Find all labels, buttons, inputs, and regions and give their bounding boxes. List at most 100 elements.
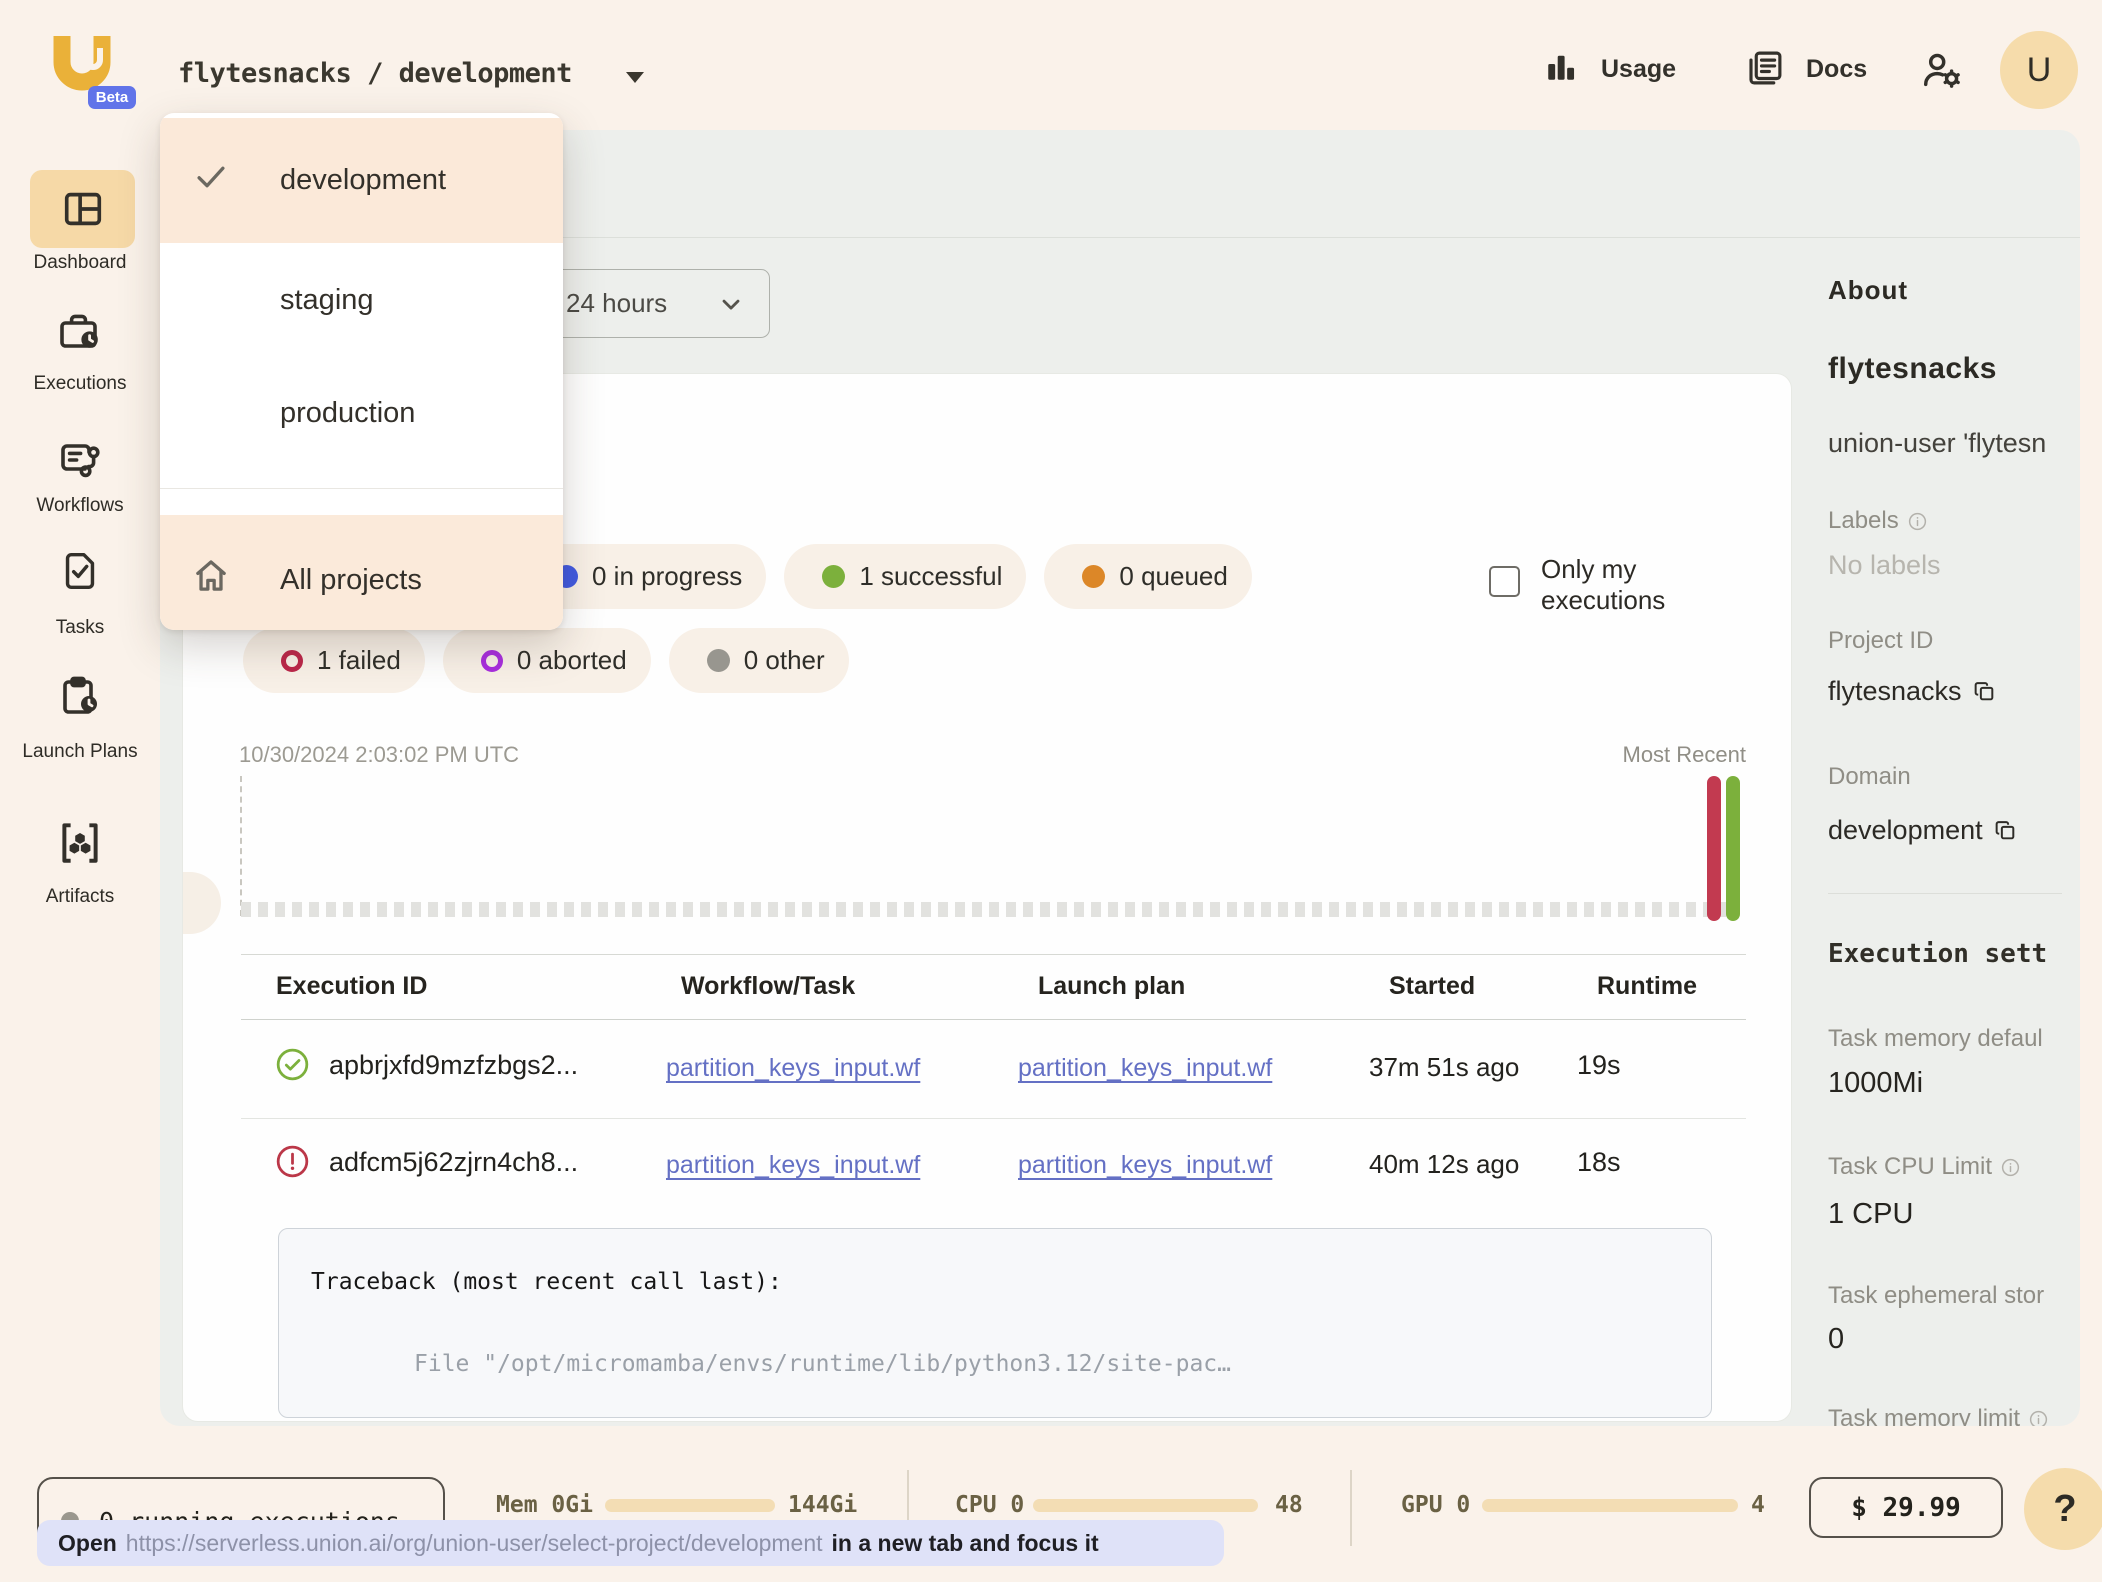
execution-id[interactable]: apbrjxfd9mzfzbgs2... bbox=[329, 1050, 578, 1081]
help-button[interactable]: ? bbox=[2024, 1468, 2102, 1550]
chip-label: 0 other bbox=[744, 645, 825, 676]
chip-other[interactable]: 0 other bbox=[669, 628, 849, 693]
menu-item-development[interactable]: development bbox=[160, 118, 563, 243]
timeline-bar-success[interactable] bbox=[1726, 776, 1740, 921]
chip-queued[interactable]: 0 queued bbox=[1044, 544, 1251, 609]
mem-gauge-label: Mem 0Gi bbox=[496, 1492, 593, 1518]
docs-button[interactable]: Docs bbox=[1806, 55, 1867, 84]
menu-item-label: production bbox=[280, 397, 415, 430]
menu-item-all-projects[interactable]: All projects bbox=[160, 515, 563, 630]
project-domain-menu: development staging production All proje… bbox=[160, 113, 563, 630]
sidebar-label-workflows: Workflows bbox=[0, 494, 160, 517]
cost-button[interactable]: $ 29.99 bbox=[1809, 1477, 2003, 1538]
status-chip-row-2: 1 failed 0 aborted 0 other bbox=[243, 628, 849, 693]
traceback-box[interactable]: Traceback (most recent call last): File … bbox=[278, 1228, 1712, 1418]
traceback-line-2: File "/opt/micromamba/envs/runtime/lib/p… bbox=[414, 1351, 1231, 1377]
chip-failed[interactable]: 1 failed bbox=[243, 628, 425, 693]
breadcrumb[interactable]: flytesnacks / development bbox=[178, 58, 572, 89]
only-my-executions-checkbox[interactable] bbox=[1489, 566, 1520, 597]
docs-icon[interactable] bbox=[1744, 47, 1786, 94]
setting-label-text: Task memory limit bbox=[1828, 1405, 2020, 1426]
col-header-runtime: Runtime bbox=[1597, 972, 1697, 1001]
failed-icon bbox=[274, 1143, 311, 1185]
menu-item-staging[interactable]: staging bbox=[160, 243, 563, 357]
sidebar-item-dashboard[interactable] bbox=[30, 170, 135, 248]
usage-button[interactable]: Usage bbox=[1601, 55, 1676, 84]
check-icon bbox=[192, 158, 230, 204]
info-icon[interactable] bbox=[2000, 1157, 2021, 1178]
started-value: 37m 51s ago bbox=[1369, 1052, 1519, 1083]
col-header-started: Started bbox=[1389, 972, 1475, 1001]
menu-divider bbox=[160, 488, 563, 489]
labels-value: No labels bbox=[1828, 550, 1941, 581]
domain-text: development bbox=[1828, 815, 1983, 846]
chevron-down-icon bbox=[717, 290, 745, 323]
menu-item-label: staging bbox=[280, 284, 374, 317]
tooltip-prefix: Open bbox=[58, 1530, 117, 1557]
copy-icon[interactable] bbox=[1972, 679, 1997, 704]
setting-label: Task ephemeral stor bbox=[1828, 1282, 2044, 1310]
execution-id[interactable]: adfcm5j62zjrn4ch8... bbox=[329, 1147, 578, 1178]
union-logo-icon bbox=[50, 34, 114, 92]
status-chip-row-1: 0 in progress 1 successful 0 queued bbox=[517, 544, 1252, 609]
chip-aborted[interactable]: 0 aborted bbox=[443, 628, 651, 693]
setting-value: 1 CPU bbox=[1828, 1198, 1913, 1231]
avatar[interactable]: U bbox=[2000, 31, 2078, 109]
domain-label: Domain bbox=[1828, 763, 1911, 791]
execution-settings-title: Execution sett bbox=[1828, 939, 2047, 969]
started-value: 40m 12s ago bbox=[1369, 1149, 1519, 1180]
setting-label: Task CPU Limit bbox=[1828, 1153, 2021, 1181]
launch-plans-icon[interactable] bbox=[0, 672, 160, 720]
aborted-ring-icon bbox=[481, 650, 503, 672]
table-header-divider bbox=[241, 1019, 1746, 1020]
gauge-divider bbox=[1350, 1470, 1352, 1546]
successful-dot-icon bbox=[822, 565, 845, 588]
user-settings-icon[interactable] bbox=[1919, 47, 1965, 98]
labels-label: Labels bbox=[1828, 507, 1928, 535]
chip-label: 0 aborted bbox=[517, 645, 627, 676]
launch-plan-link[interactable]: partition_keys_input.wf bbox=[1018, 1151, 1272, 1180]
usage-icon[interactable] bbox=[1543, 49, 1579, 90]
chevron-down-icon[interactable] bbox=[626, 72, 644, 83]
tooltip-suffix: in a new tab and focus it bbox=[832, 1530, 1099, 1557]
timeline-tick-strip[interactable] bbox=[241, 902, 1726, 917]
dashboard-icon bbox=[60, 186, 106, 232]
gpu-gauge-label: GPU 0 bbox=[1401, 1492, 1470, 1518]
project-name: flytesnacks bbox=[1828, 352, 1997, 386]
sidebar-label-executions: Executions bbox=[0, 372, 160, 395]
about-title: About bbox=[1828, 275, 1908, 306]
cpu-gauge-max: 48 bbox=[1275, 1492, 1303, 1518]
workflow-link[interactable]: partition_keys_input.wf bbox=[666, 1151, 920, 1180]
gpu-gauge-bar bbox=[1482, 1499, 1738, 1512]
chip-successful[interactable]: 1 successful bbox=[784, 544, 1026, 609]
table-row-divider bbox=[241, 1118, 1746, 1119]
executions-icon[interactable] bbox=[0, 308, 160, 356]
info-icon[interactable] bbox=[2028, 1409, 2049, 1427]
cpu-gauge-label: CPU 0 bbox=[955, 1492, 1024, 1518]
launch-plan-link[interactable]: partition_keys_input.wf bbox=[1018, 1054, 1272, 1083]
timeline-end-label: Most Recent bbox=[1553, 742, 1746, 768]
workflows-icon[interactable] bbox=[0, 436, 160, 484]
success-icon bbox=[274, 1046, 311, 1088]
only-my-executions-label[interactable]: Only my executions bbox=[1541, 554, 1731, 616]
runtime-value: 18s bbox=[1577, 1147, 1621, 1178]
timeline-bar-failed[interactable] bbox=[1707, 776, 1721, 921]
link-status-tooltip: Open https://serverless.union.ai/org/uni… bbox=[37, 1520, 1224, 1566]
partial-chip bbox=[183, 872, 221, 934]
tasks-icon[interactable] bbox=[0, 548, 160, 594]
failed-ring-icon bbox=[281, 650, 303, 672]
table-border-top bbox=[241, 954, 1746, 955]
timeline-start-label: 10/30/2024 2:03:02 PM UTC bbox=[239, 742, 519, 768]
workflow-link[interactable]: partition_keys_input.wf bbox=[666, 1054, 920, 1083]
copy-icon[interactable] bbox=[1993, 818, 2018, 843]
info-icon[interactable] bbox=[1907, 511, 1928, 532]
setting-label: Task memory limit bbox=[1828, 1405, 2049, 1426]
artifacts-icon[interactable] bbox=[0, 818, 160, 868]
chip-label: 0 queued bbox=[1119, 561, 1227, 592]
project-id-text: flytesnacks bbox=[1828, 676, 1962, 707]
mem-gauge-max: 144Gi bbox=[788, 1492, 857, 1518]
time-range-value: 24 hours bbox=[566, 288, 667, 319]
menu-item-production[interactable]: production bbox=[160, 357, 563, 470]
tooltip-url: https://serverless.union.ai/org/union-us… bbox=[126, 1530, 823, 1557]
other-dot-icon bbox=[707, 649, 730, 672]
